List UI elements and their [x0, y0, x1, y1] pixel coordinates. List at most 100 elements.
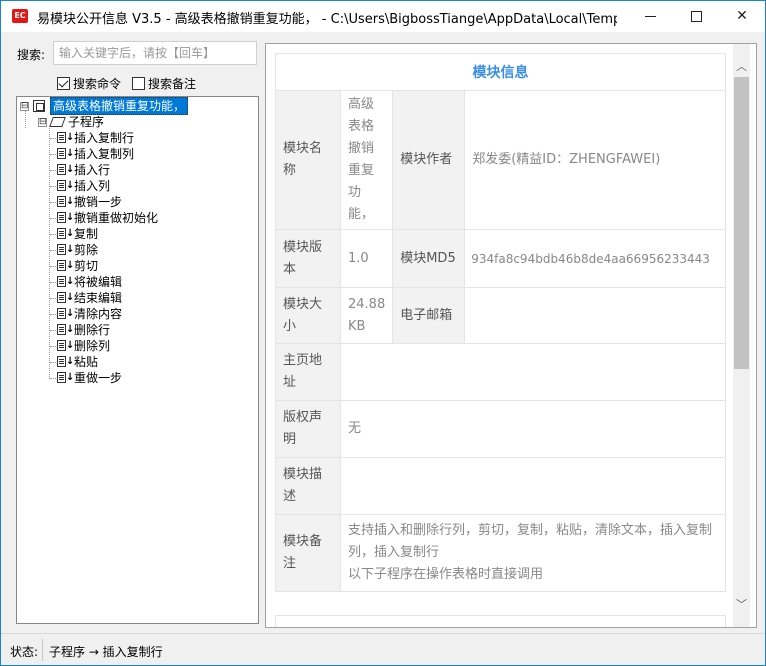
tree-item-label: 删除行 — [74, 323, 111, 337]
tree-group-label: 子程序 — [68, 115, 105, 129]
checkbox-unchecked-icon — [132, 77, 145, 90]
search-input[interactable] — [53, 41, 257, 65]
subroutine-icon: ↓ — [56, 195, 74, 209]
tree-item[interactable]: ↓ 撤销一步 — [50, 194, 123, 210]
version-label: 模块版本 — [275, 229, 341, 288]
minimize-button[interactable] — [627, 1, 673, 32]
tree-item-label: 插入列 — [74, 179, 111, 193]
size-label: 模块大小 — [275, 287, 341, 344]
tree-item-label: 剪除 — [74, 243, 99, 257]
tree-item-label: 复制 — [74, 227, 99, 241]
search-command-label: 搜索命令 — [73, 77, 122, 91]
md5-value: 934fa8c94bdb46b8de4aa66956233443 — [464, 229, 726, 288]
subroutine-icon: ↓ — [56, 147, 74, 161]
scroll-thumb[interactable] — [734, 77, 749, 369]
tree-connector — [49, 126, 50, 379]
tree-item[interactable]: ↓ 粘贴 — [50, 354, 98, 370]
description-value — [340, 457, 726, 515]
tree-root-label: 高级表格撤销重复功能， — [50, 97, 189, 115]
subroutine-icon: ↓ — [56, 291, 74, 305]
tree-item[interactable]: ↓ 剪切 — [50, 258, 99, 274]
info-panel: 模块信息 模块名称 高级表格撤销重复功能， 模块作者 郑发委(精益ID：ZHEN… — [265, 43, 757, 628]
tree-item[interactable]: ↓ 撤销重做初始化 — [50, 210, 159, 226]
tree-item[interactable]: ↓ 插入复制行 — [50, 130, 135, 146]
author-value: 郑发委(精益ID：ZHENGFAWEI) — [464, 90, 726, 230]
tree-item[interactable]: ↓ 插入行 — [50, 162, 111, 178]
subroutine-icon: ↓ — [56, 259, 74, 273]
info-header: 模块信息 — [275, 53, 726, 91]
subroutine-icon: ↓ — [56, 307, 74, 321]
md5-label: 模块MD5 — [392, 229, 466, 288]
tree-item[interactable]: ↓ 删除列 — [50, 338, 111, 354]
tree-item-label: 剪切 — [74, 259, 99, 273]
app-window: EC 易模块公开信息 V3.5 - 高级表格撤销重复功能， - C:\Users… — [0, 0, 766, 666]
window-title: 易模块公开信息 V3.5 - 高级表格撤销重复功能， - C:\Users\Bi… — [37, 12, 617, 27]
name-value: 高级表格撤销重复功能， — [339, 90, 394, 230]
status-label: 状态: — [10, 645, 39, 659]
status-divider — [42, 639, 43, 661]
tree-item[interactable]: ↓ 将被编辑 — [50, 274, 123, 290]
tree-item[interactable]: ↓ 剪除 — [50, 242, 99, 258]
minimize-icon — [645, 16, 656, 17]
search-command-checkbox[interactable]: 搜索命令 — [57, 75, 121, 92]
tree-item-label: 重做一步 — [74, 371, 123, 385]
tree-item[interactable]: ↓ 清除内容 — [50, 306, 123, 322]
note-line-1: 支持插入和删除行列，剪切，复制，粘贴，清除文本，插入复制列，插入复制行 — [348, 523, 713, 560]
subroutine-icon: ↓ — [56, 323, 74, 337]
homepage-label: 主页地址 — [275, 343, 341, 401]
subroutine-icon: ↓ — [56, 131, 74, 145]
subroutine-icon: ↓ — [56, 371, 74, 385]
next-section-box — [275, 615, 726, 627]
tree-item-label: 删除列 — [74, 339, 111, 353]
search-note-label: 搜索备注 — [148, 77, 197, 91]
layers-icon — [49, 115, 66, 129]
vertical-scrollbar[interactable]: ︿ ﹀ — [733, 44, 750, 627]
subroutine-icon: ↓ — [56, 211, 74, 225]
size-value: 24.88 KB — [339, 287, 394, 344]
maximize-button[interactable] — [673, 1, 719, 32]
subroutine-icon: ↓ — [56, 275, 74, 289]
status-text: 子程序 → 插入复制行 — [49, 645, 163, 659]
tree-item-label: 插入行 — [74, 163, 111, 177]
search-note-checkbox[interactable]: 搜索备注 — [132, 75, 196, 92]
scroll-down-icon[interactable]: ﹀ — [733, 596, 750, 613]
tree-item-label: 撤销一步 — [74, 195, 123, 209]
tree-item-label: 将被编辑 — [74, 275, 123, 289]
name-label: 模块名称 — [275, 90, 341, 230]
tree-item-label: 插入复制列 — [74, 147, 135, 161]
tree-item-label: 清除内容 — [74, 307, 123, 321]
tree-item[interactable]: ↓ 删除行 — [50, 322, 111, 338]
title-bar: EC 易模块公开信息 V3.5 - 高级表格撤销重复功能， - C:\Users… — [1, 1, 765, 32]
close-button[interactable]: ✕ — [719, 1, 765, 32]
search-label: 搜索: — [17, 48, 46, 62]
tree-item[interactable]: ↓ 插入复制列 — [50, 146, 135, 162]
note-label: 模块备注 — [275, 514, 341, 592]
tree-group-node[interactable]: ⊟ 子程序 — [38, 114, 104, 130]
note-line-2: 以下子程序在操作表格时直接调用 — [348, 567, 544, 582]
description-label: 模块描述 — [275, 457, 341, 515]
tree-item[interactable]: ↓ 重做一步 — [50, 370, 123, 386]
scroll-up-icon[interactable]: ︿ — [733, 58, 750, 75]
homepage-value — [340, 343, 726, 401]
tree-item-label: 插入复制行 — [74, 131, 135, 145]
module-info-table: 模块信息 模块名称 高级表格撤销重复功能， 模块作者 郑发委(精益ID：ZHEN… — [275, 53, 726, 592]
copyright-value: 无 — [340, 400, 726, 458]
subroutine-icon: ↓ — [56, 179, 74, 193]
copyright-label: 版权声明 — [275, 400, 341, 458]
author-label: 模块作者 — [392, 90, 466, 230]
close-icon: ✕ — [736, 8, 748, 24]
tree-item[interactable]: ↓ 结束编辑 — [50, 290, 122, 306]
version-value: 1.0 — [339, 229, 394, 288]
status-bar: 状态: 子程序 → 插入复制行 — [1, 633, 765, 665]
subroutine-icon: ↓ — [56, 355, 74, 369]
tree-root-node[interactable]: ⊟ 高级表格撤销重复功能， — [20, 97, 189, 115]
maximize-icon — [691, 11, 702, 22]
tree-item-label: 撤销重做初始化 — [74, 211, 159, 225]
module-icon — [32, 99, 48, 113]
tree-item[interactable]: ↓ 插入列 — [50, 178, 111, 194]
email-value — [464, 287, 726, 344]
collapse-icon[interactable]: ⊟ — [20, 101, 29, 111]
tree-item[interactable]: ↓ 复制 — [50, 226, 99, 242]
collapse-icon[interactable]: ⊟ — [38, 117, 47, 127]
module-tree[interactable]: ⊟ 高级表格撤销重复功能， ⊟ 子程序 ↓ 插入复制行 ↓ 插入复制列 ↓ 插入行 ↓ 插入列… — [16, 96, 259, 624]
